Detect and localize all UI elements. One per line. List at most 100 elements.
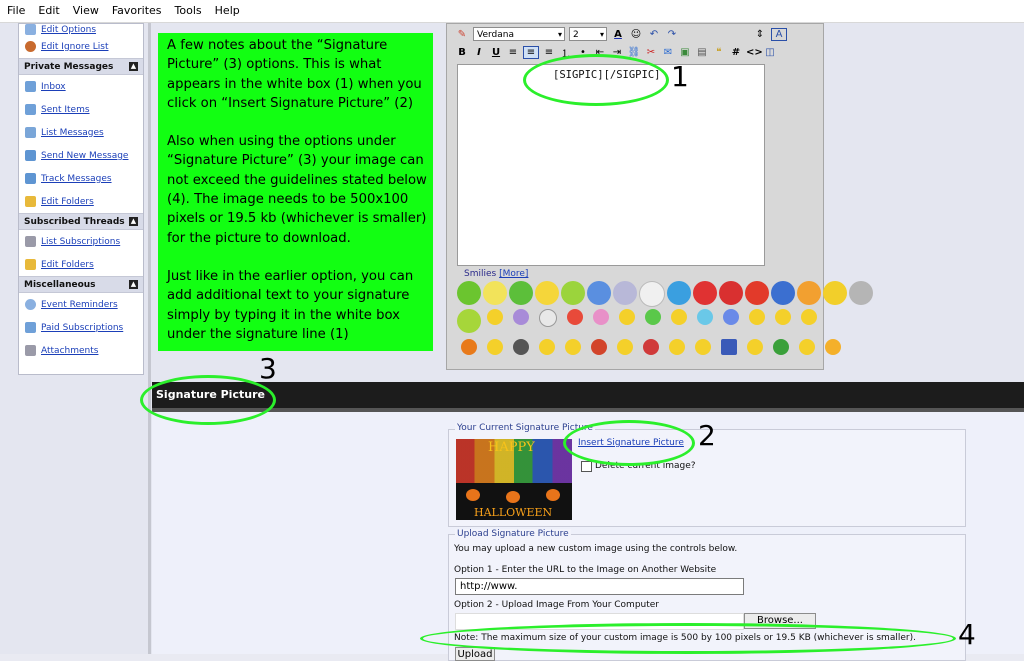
sidebar-item-send-new-message[interactable]: Send New Message xyxy=(19,144,143,167)
collapse-icon[interactable]: ▲ xyxy=(129,217,138,226)
sidebar-item-edit-options[interactable]: Edit Options xyxy=(19,24,143,35)
sad-smilie-icon[interactable] xyxy=(799,339,815,355)
sidebar-item-sent-items[interactable]: Sent Items xyxy=(19,98,143,121)
eek-smilie-icon[interactable] xyxy=(723,309,739,325)
thinking-smilie-icon[interactable] xyxy=(695,339,711,355)
unordered-list-icon[interactable]: • xyxy=(576,47,590,58)
bold-icon[interactable]: B xyxy=(455,47,469,58)
question-smilie-icon[interactable] xyxy=(539,309,557,327)
html-icon[interactable]: <> xyxy=(746,47,763,58)
parrot-smilie-icon[interactable] xyxy=(483,281,507,305)
mad-smilie-icon[interactable] xyxy=(567,309,583,325)
menu-view[interactable]: View xyxy=(66,0,105,17)
resize-icon[interactable]: ⇕ xyxy=(753,29,767,40)
sidebar-item-attachments[interactable]: Attachments xyxy=(19,339,143,362)
blush-smilie-icon[interactable] xyxy=(593,309,609,325)
sidebar-item-event-reminders[interactable]: Event Reminders xyxy=(19,293,143,316)
smile-smilie-icon[interactable] xyxy=(539,339,555,355)
signature-textarea[interactable]: [SIGPIC][/SIGPIC] xyxy=(457,64,765,266)
clover-smilie-icon[interactable] xyxy=(773,339,789,355)
shock-smilie-icon[interactable] xyxy=(565,339,581,355)
grin-smilie-icon[interactable] xyxy=(619,309,635,325)
sick-smilie-icon[interactable] xyxy=(645,309,661,325)
php-icon[interactable]: ◫ xyxy=(763,47,777,58)
neutral-smilie-icon[interactable] xyxy=(669,339,685,355)
sidebar-item-label[interactable]: Edit Options xyxy=(41,25,96,35)
code-icon[interactable]: # xyxy=(729,47,743,58)
ordered-list-icon[interactable]: ⒈ xyxy=(559,45,573,60)
font-select[interactable]: Verdana xyxy=(473,27,565,42)
sidebar-item-track-messages[interactable]: Track Messages xyxy=(19,167,143,190)
wink-smilie-icon[interactable] xyxy=(671,309,687,325)
parrot-smilie-icon[interactable] xyxy=(719,281,743,305)
tongue-smilie-icon[interactable] xyxy=(617,339,633,355)
roll-eyes-smilie-icon[interactable] xyxy=(749,309,765,325)
underline-icon[interactable]: U xyxy=(489,47,503,58)
undo-icon[interactable]: ↶ xyxy=(647,29,661,40)
menu-file[interactable]: File xyxy=(0,0,31,17)
yin-yang-smilie-icon[interactable] xyxy=(513,339,529,355)
sidebar-item-edit-folders[interactable]: Edit Folders xyxy=(19,190,143,213)
email-icon[interactable]: ✉ xyxy=(661,47,675,58)
cool-smilie-icon[interactable] xyxy=(697,309,713,325)
image-url-input[interactable]: http://www. xyxy=(455,578,744,595)
flag-smilie-icon[interactable] xyxy=(721,339,737,355)
parrot-smilie-icon[interactable] xyxy=(535,281,559,305)
redhead-smilie-icon[interactable] xyxy=(643,339,659,355)
insert-signature-picture-link[interactable]: Insert Signature Picture xyxy=(578,438,684,448)
align-right-icon[interactable]: ≡ xyxy=(542,47,556,58)
browse-button[interactable]: Browse... xyxy=(744,613,816,629)
sidebar-item-edit-ignore-list[interactable]: Edit Ignore List xyxy=(19,35,143,58)
sidebar-item-inbox[interactable]: Inbox xyxy=(19,75,143,98)
smilie-menu-icon[interactable]: ☺ xyxy=(629,29,643,40)
parrot-smilie-icon[interactable] xyxy=(771,281,795,305)
menu-favorites[interactable]: Favorites xyxy=(105,0,168,17)
sidebar-item-edit-folders-2[interactable]: Edit Folders xyxy=(19,253,143,276)
parrot-smilie-icon[interactable] xyxy=(639,281,665,307)
size-select[interactable]: 2 xyxy=(569,27,607,42)
confused-smilie-icon[interactable] xyxy=(513,309,529,325)
parrot-smilie-icon[interactable] xyxy=(693,281,717,305)
parrot-smilie-icon[interactable] xyxy=(561,281,585,305)
angry-smilie-icon[interactable] xyxy=(591,339,607,355)
italic-icon[interactable]: I xyxy=(472,47,486,58)
parrot-smilie-icon[interactable] xyxy=(613,281,637,305)
outdent-icon[interactable]: ⇤ xyxy=(593,47,607,58)
signature-content[interactable]: [SIGPIC][/SIGPIC] xyxy=(553,69,660,81)
sidebar-item-label[interactable]: Edit Ignore List xyxy=(41,42,109,52)
sidebar-item-paid-subscriptions[interactable]: Paid Subscriptions xyxy=(19,316,143,339)
image-icon[interactable]: ▣ xyxy=(678,47,692,58)
collapse-icon[interactable]: ▲ xyxy=(129,62,138,71)
parrot-smilie-icon[interactable] xyxy=(745,281,769,305)
menu-help[interactable]: Help xyxy=(208,0,246,17)
sleep-smilie-icon[interactable] xyxy=(747,339,763,355)
parrot-smilie-icon[interactable] xyxy=(457,281,481,305)
video-icon[interactable]: ▤ xyxy=(695,47,709,58)
file-path-input[interactable] xyxy=(455,613,744,630)
menu-edit[interactable]: Edit xyxy=(31,0,65,17)
parrot-smilie-icon[interactable] xyxy=(667,281,691,305)
smilies-more-link[interactable]: [More] xyxy=(499,269,528,279)
quote-icon[interactable]: ❝ xyxy=(712,47,726,58)
redo-icon[interactable]: ↷ xyxy=(665,29,679,40)
delete-image-checkbox[interactable] xyxy=(581,461,592,472)
align-center-icon[interactable]: ≡ xyxy=(523,45,539,59)
align-left-icon[interactable]: ≡ xyxy=(506,47,520,58)
smile-smilie-icon[interactable] xyxy=(487,309,503,325)
remove-format-icon[interactable]: ✎ xyxy=(455,29,469,40)
sidebar-item-list-subscriptions[interactable]: List Subscriptions xyxy=(19,230,143,253)
parrot-smilie-icon[interactable] xyxy=(797,281,821,305)
unlink-icon[interactable]: ✂ xyxy=(644,47,658,58)
sidebar-item-list-messages[interactable]: List Messages xyxy=(19,121,143,144)
collapse-icon[interactable]: ▲ xyxy=(129,280,138,289)
menu-tools[interactable]: Tools xyxy=(168,0,208,17)
parrot-smilie-icon[interactable] xyxy=(457,309,481,333)
parrot-smilie-icon[interactable] xyxy=(823,281,847,305)
parrot-smilie-icon[interactable] xyxy=(509,281,533,305)
laugh-smilie-icon[interactable] xyxy=(487,339,503,355)
font-color-icon[interactable]: A xyxy=(611,29,625,40)
upload-button[interactable]: Upload xyxy=(455,647,495,661)
frown-smilie-icon[interactable] xyxy=(801,309,817,325)
link-icon[interactable]: ⛓ xyxy=(627,47,641,58)
indent-icon[interactable]: ⇥ xyxy=(610,47,624,58)
